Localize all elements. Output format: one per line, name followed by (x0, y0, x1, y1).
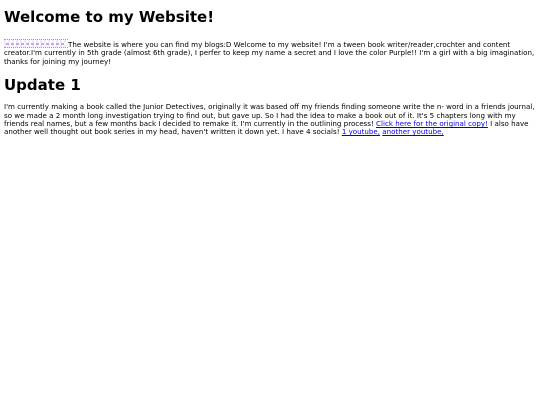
update-heading: Update 1 (4, 76, 81, 95)
page-content: Welcome to my Website! The website is wh… (0, 8, 540, 137)
youtube-link-1[interactable]: 1 youtube, (342, 127, 380, 136)
youtube-link-2[interactable]: another youtube, (382, 127, 443, 136)
update-paragraph: I'm currently making a book called the J… (4, 103, 536, 137)
intro-paragraph: The website is where you can find my blo… (4, 39, 536, 66)
purple-banner-image (4, 39, 68, 48)
page-title: Welcome to my Website! (4, 8, 215, 26)
banner-stripe (6, 43, 66, 45)
intro-text: The website is where you can find my blo… (4, 40, 535, 66)
